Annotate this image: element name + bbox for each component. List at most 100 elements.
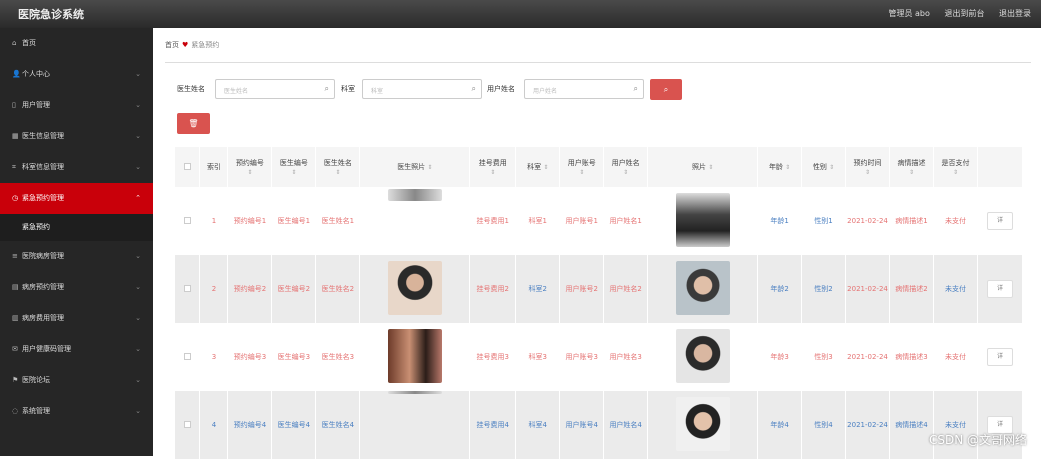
sidebar-item-system[interactable]: ◌系统管理⌄ <box>0 396 153 427</box>
cell-doc-no: 医生编号1 <box>272 187 316 255</box>
sort-icon[interactable]: ⇕ <box>708 164 713 171</box>
submenu-emergency[interactable]: 紧急预约 <box>0 214 153 241</box>
select-all-checkbox[interactable] <box>184 163 191 170</box>
table-row[interactable]: 3 预约编号3 医生编号3 医生姓名3 挂号费用3 科室3 用户账号3 用户姓名… <box>175 323 1023 391</box>
sidebar-item-wards[interactable]: ≡医院病房管理⌄ <box>0 241 153 272</box>
mail-icon: ✉ <box>12 334 22 365</box>
cell-user-photo <box>648 323 758 391</box>
sort-icon[interactable]: ⇕ <box>335 169 340 176</box>
cell-fee: 挂号费用4 <box>470 391 516 459</box>
col-header[interactable]: 性别 ⇕ <box>802 147 846 187</box>
col-header[interactable]: 病情描述⇕ <box>890 147 934 187</box>
sidebar-item-ward-fees[interactable]: ▥病房费用管理⌄ <box>0 303 153 334</box>
col-header[interactable]: 医生编号⇕ <box>272 147 316 187</box>
col-header[interactable]: 是否支付⇕ <box>933 147 977 187</box>
sidebar-item-emergency[interactable]: ◷紧急预约管理⌃ <box>0 183 153 214</box>
row-checkbox[interactable] <box>184 421 191 428</box>
cell-doc-photo <box>360 391 470 459</box>
col-header[interactable]: 预约编号⇕ <box>228 147 272 187</box>
cell-dept: 科室2 <box>516 255 560 323</box>
user-name-input[interactable]: 用户姓名 ⌕ <box>524 79 644 99</box>
row-checkbox-cell[interactable] <box>175 187 200 255</box>
col-header[interactable]: 照片 ⇕ <box>648 147 758 187</box>
sort-icon[interactable]: ⇕ <box>247 169 252 176</box>
row-checkbox[interactable] <box>184 285 191 292</box>
cell-sex: 性别2 <box>802 255 846 323</box>
logout-link[interactable]: 退出登录 <box>999 9 1031 18</box>
sort-icon[interactable]: ⇕ <box>953 169 958 176</box>
row-checkbox-cell[interactable] <box>175 391 200 459</box>
search-button[interactable]: ⌕ <box>650 79 682 100</box>
back-to-front-link[interactable]: 退出到前台 <box>944 9 984 18</box>
col-label: 照片 <box>692 163 706 171</box>
cell-index: 2 <box>200 255 228 323</box>
sidebar-item-ward-booking[interactable]: ▤病房预约管理⌄ <box>0 272 153 303</box>
search-icon: ⌕ <box>634 84 638 94</box>
app-title: 医院急诊系统 <box>18 6 84 22</box>
sort-icon[interactable]: ⇕ <box>490 169 495 176</box>
heart-icon: ♥ <box>182 41 188 49</box>
col-header[interactable]: 年龄 ⇕ <box>758 147 802 187</box>
col-label: 性别 <box>813 163 827 171</box>
sort-icon[interactable]: ⇕ <box>579 169 584 176</box>
sort-icon[interactable]: ⇕ <box>785 164 790 171</box>
sidebar-item-label: 首页 <box>22 39 36 47</box>
delete-button[interactable]: 🗑 <box>177 113 210 134</box>
table-row[interactable]: 2 预约编号2 医生编号2 医生姓名2 挂号费用2 科室2 用户账号2 用户姓名… <box>175 255 1023 323</box>
sort-icon[interactable]: ⇕ <box>865 169 870 176</box>
trash-icon: 🗑 <box>188 119 198 128</box>
sidebar-item-departments[interactable]: ⌗科室信息管理⌄ <box>0 152 153 183</box>
col-label: 年龄 <box>769 163 783 171</box>
sort-icon[interactable]: ⇕ <box>909 169 914 176</box>
chevron-down-icon: ⌄ <box>135 90 141 121</box>
detail-button[interactable]: 详 <box>987 280 1013 298</box>
table-row[interactable]: 1 预约编号1 医生编号1 医生姓名1 挂号费用1 科室1 用户账号1 用户姓名… <box>175 187 1023 255</box>
sidebar-item-label: 医院病房管理 <box>22 252 64 260</box>
sidebar-item-users[interactable]: ▯用户管理⌄ <box>0 90 153 121</box>
sort-icon[interactable]: ⇕ <box>829 164 834 171</box>
col-header[interactable]: 用户账号⇕ <box>560 147 604 187</box>
col-header[interactable]: 用户姓名⇕ <box>604 147 648 187</box>
col-header[interactable]: 科室 ⇕ <box>516 147 560 187</box>
user-name-placeholder: 用户姓名 <box>533 88 557 95</box>
grid-icon: ▦ <box>12 121 22 152</box>
cell-acct: 用户账号2 <box>560 255 604 323</box>
detail-button[interactable]: 详 <box>987 212 1013 230</box>
calendar-icon: ▤ <box>12 272 22 303</box>
cell-doc-name: 医生姓名4 <box>316 391 360 459</box>
sidebar-item-forum[interactable]: ⚑医院论坛⌄ <box>0 365 153 396</box>
breadcrumb-home[interactable]: 首页 <box>165 41 179 49</box>
row-checkbox-cell[interactable] <box>175 255 200 323</box>
sort-icon[interactable]: ⇕ <box>543 164 548 171</box>
cell-appt: 预约编号2 <box>228 255 272 323</box>
row-checkbox-cell[interactable] <box>175 323 200 391</box>
select-all-checkbox-cell[interactable] <box>175 147 200 187</box>
col-label: 科室 <box>527 163 541 171</box>
row-checkbox[interactable] <box>184 217 191 224</box>
sort-icon[interactable]: ⇕ <box>623 169 628 176</box>
cell-actions: 详 <box>977 187 1022 255</box>
doctor-name-input[interactable]: 医生姓名⌕ <box>215 79 335 99</box>
col-header[interactable]: 挂号费用⇕ <box>470 147 516 187</box>
sidebar-item-home[interactable]: ⌂首页 <box>0 28 153 59</box>
col-header[interactable]: 医生照片 ⇕ <box>360 147 470 187</box>
sort-icon[interactable]: ⇕ <box>427 164 432 171</box>
dept-input[interactable]: 科室⌕ <box>362 79 482 99</box>
cell-sex: 性别3 <box>802 323 846 391</box>
user-icon: 👤 <box>12 59 22 90</box>
sidebar-item-doctors[interactable]: ▦医生信息管理⌄ <box>0 121 153 152</box>
row-checkbox[interactable] <box>184 353 191 360</box>
sort-icon[interactable]: ⇕ <box>291 169 296 176</box>
sidebar-item-label: 用户健康码管理 <box>22 345 71 353</box>
detail-button[interactable]: 详 <box>987 348 1013 366</box>
sidebar-item-label: 病房预约管理 <box>22 283 64 291</box>
table-row[interactable]: 4 预约编号4 医生编号4 医生姓名4 挂号费用4 科室4 用户账号4 用户姓名… <box>175 391 1023 459</box>
col-header[interactable]: 医生姓名⇕ <box>316 147 360 187</box>
top-bar: 医院急诊系统 管理员 abo 退出到前台 退出登录 <box>0 0 1041 28</box>
cell-desc: 病情描述3 <box>890 323 934 391</box>
sidebar-item-label: 紧急预约管理 <box>22 194 64 202</box>
sidebar-item-health-code[interactable]: ✉用户健康码管理⌄ <box>0 334 153 365</box>
chevron-down-icon: ⌄ <box>135 59 141 90</box>
sidebar-item-profile[interactable]: 👤个人中心⌄ <box>0 59 153 90</box>
col-header[interactable]: 预约时间⇕ <box>846 147 890 187</box>
